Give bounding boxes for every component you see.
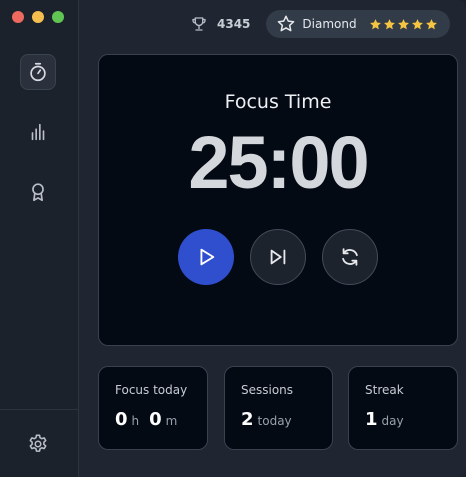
skip-button[interactable] [250,229,306,285]
timer-card: Focus Time 25:00 [98,54,458,346]
star-icon [383,18,395,29]
focus-today-title: Focus today [115,383,188,397]
rank-badge[interactable]: Diamond [266,10,450,38]
focus-today-value: 0 h 0 m [115,409,207,430]
close-window-button[interactable] [12,11,24,23]
rating-stars [369,18,438,31]
timer-mode-label: Focus Time [224,91,332,113]
sidebar-item-achievements[interactable] [20,174,56,210]
trophy-icon [192,17,206,31]
star-icon [411,18,423,29]
star-outline-icon [278,15,295,32]
focus-minutes-unit: m [165,414,178,428]
app-window: 4345 Diamond Focus Time 25:00 Focus toda… [0,0,466,477]
reset-button[interactable] [322,229,378,285]
timer-controls [99,229,457,285]
focus-hours-unit: h [131,414,140,428]
award-ribbon-icon [32,183,44,202]
window-controls [12,11,64,23]
star-icon [397,18,409,29]
streak-card: Streak 1 day [348,366,458,450]
minimize-window-button[interactable] [32,11,44,23]
streak-unit: day [381,414,404,428]
refresh-icon [342,248,358,266]
focus-today-card: Focus today 0 h 0 m [98,366,208,450]
skip-next-icon [270,249,286,265]
play-button[interactable] [178,229,234,285]
focus-minutes: 0 [149,409,162,430]
streak-count: 1 [365,409,378,430]
timer-countdown: 25:00 [188,121,369,204]
gear-icon [29,434,47,452]
sidebar [0,0,79,477]
header-stats: 4345 Diamond [190,10,450,38]
star-icon [425,18,437,29]
streak-value: 1 day [365,409,457,430]
sidebar-item-timer[interactable] [20,54,56,90]
sidebar-item-settings[interactable] [20,426,56,462]
stopwatch-icon [30,62,46,82]
sessions-title: Sessions [241,383,294,397]
bar-chart-icon [31,123,45,141]
sessions-unit: today [257,414,292,428]
star-icon [369,18,381,29]
play-icon [200,248,215,266]
sidebar-divider [0,409,78,410]
rank-label: Diamond [302,17,357,31]
sessions-value: 2 today [241,409,332,430]
focus-hours: 0 [115,409,128,430]
points-display: 4345 [190,15,250,33]
points-value: 4345 [217,17,251,31]
maximize-window-button[interactable] [52,11,64,23]
sessions-count: 2 [241,409,254,430]
sidebar-item-stats[interactable] [20,114,56,150]
streak-title: Streak [365,383,404,397]
sessions-card: Sessions 2 today [224,366,333,450]
